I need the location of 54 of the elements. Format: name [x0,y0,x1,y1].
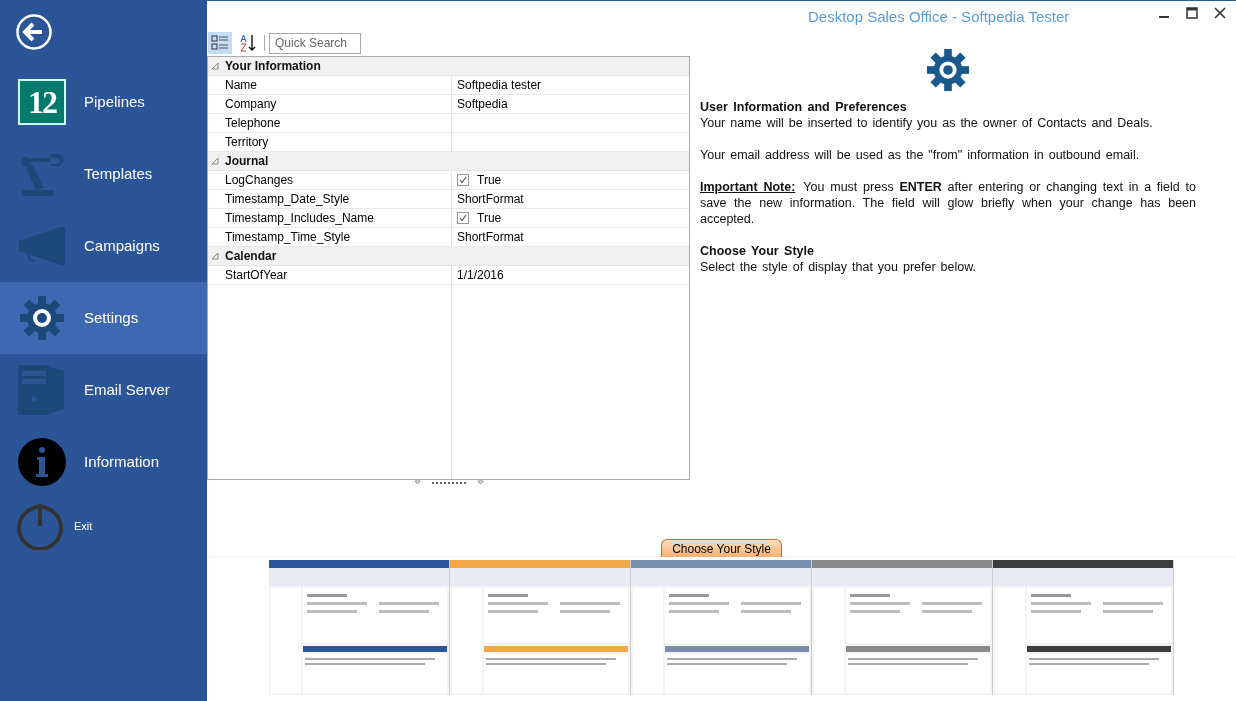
category-header[interactable]: Journal [225,154,269,168]
property-value[interactable]: 1/1/2016 [457,266,504,284]
close-icon[interactable] [1214,7,1226,19]
property-value[interactable]: Softpedia [457,95,508,113]
sidebar-item[interactable]: Information [0,426,207,498]
property-value[interactable]: Softpedia tester [457,76,542,94]
back-button[interactable] [16,14,52,50]
sidebar-item[interactable]: Templates [0,138,207,210]
property-name[interactable]: LogChanges [208,171,452,189]
category-header[interactable]: Calendar [225,249,277,263]
category-header[interactable]: Your Information [225,59,321,73]
property-value[interactable]: ShortFormat [457,190,524,208]
info-paragraph: Your email address will be used as the "from" information in outbound email. [700,147,1141,163]
window-title: Desktop Sales Office - Softpedia Tester [808,7,1070,25]
exit-label[interactable]: Exit [74,520,93,532]
style-thumbnail[interactable] [993,560,1174,695]
quick-search-field[interactable]: Quick Search [269,32,361,54]
sidebar-item[interactable]: Email Server [0,354,207,426]
property-name[interactable]: StartOfYear [208,266,452,284]
style-thumbnail[interactable] [269,560,450,695]
property-name[interactable]: Timestamp_Time_Style [208,228,452,246]
style-thumbnail[interactable] [631,560,812,695]
property-value[interactable]: True [477,171,502,189]
property-name[interactable]: Timestamp_Date_Style [208,190,452,208]
settings-icon [925,47,971,93]
checkbox[interactable] [457,174,469,186]
property-name[interactable]: Timestamp_Includes_Name [208,209,452,227]
property-name[interactable]: Territory [208,133,452,151]
property-name[interactable]: Telephone [208,114,452,132]
info-paragraph: Select the style of display that you prefer below. [700,259,978,275]
property-value[interactable]: True [477,209,502,227]
sidebar-item[interactable]: Settings [0,282,207,354]
sidebar-item[interactable]: 12 Pipelines [0,66,207,138]
megaphone-icon [17,225,67,267]
checkbox[interactable] [457,212,469,224]
maximize-icon[interactable] [1186,7,1198,19]
info-icon [18,438,66,486]
property-name[interactable]: Company [208,95,452,113]
gear-icon [18,294,66,342]
property-name[interactable]: Name [208,76,452,94]
style-thumbnail[interactable] [812,560,993,695]
calendar-icon: 12 [18,79,66,125]
splitter-handle[interactable] [413,480,484,486]
categorized-icon [211,35,229,51]
sidebar-item[interactable]: Campaigns [0,210,207,282]
section-heading: Choose Your Style [700,243,815,259]
info-paragraph: Your name will be inserted to identify you as the owner of Contacts and Deals. [700,115,1154,131]
important-note: Important Note: You must press ENTER after entering or changing text in a field to save the new information. The field will glow briefly when your change has been accepted. [700,179,1196,227]
section-heading: User Information and Preferences [700,99,908,115]
style-thumbnail[interactable] [450,560,631,695]
property-value[interactable]: ShortFormat [457,228,524,246]
sort-az-icon [239,34,257,52]
choose-style-tab[interactable]: Choose Your Style [661,539,782,557]
server-icon [18,365,66,415]
